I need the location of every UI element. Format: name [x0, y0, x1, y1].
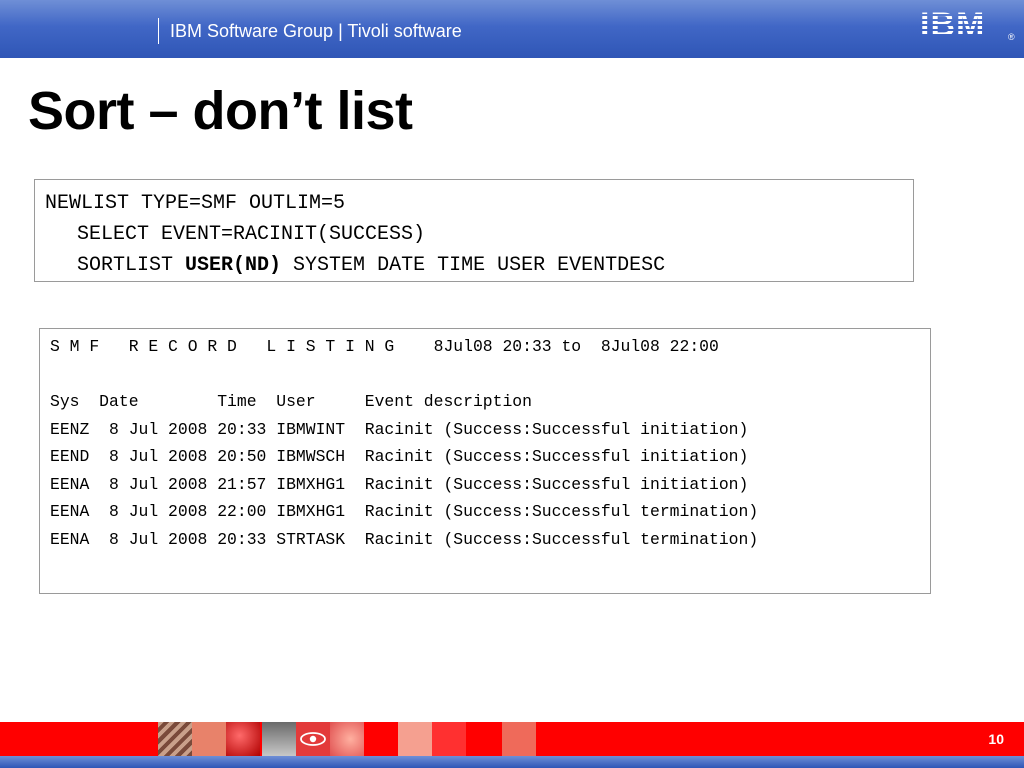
slide-title: Sort – don’t list: [28, 81, 413, 141]
header-separator: [158, 18, 159, 44]
registered-mark: ®: [1008, 32, 1015, 42]
listing-heading: S M F R E C O R D L I S T I N G 8Jul08 2…: [50, 337, 719, 356]
footer-stripe: [0, 756, 1024, 768]
command-sort-key: USER(ND): [185, 254, 282, 277]
command-box: NEWLIST TYPE=SMF OUTLIM=5 SELECT EVENT=R…: [34, 179, 914, 282]
footer-image-tile: [158, 722, 192, 756]
eye-icon: [300, 732, 326, 746]
listing-row: EEND 8 Jul 2008 20:50 IBMWSCH Racinit (S…: [50, 447, 749, 466]
ibm-logo: IBM ®: [920, 6, 1018, 44]
command-line-2: SELECT EVENT=RACINIT(SUCCESS): [77, 223, 426, 246]
listing-row: EENA 8 Jul 2008 21:57 IBMXHG1 Racinit (S…: [50, 474, 749, 494]
listing-row: EENZ 8 Jul 2008 20:33 IBMWINT Racinit (S…: [50, 419, 749, 439]
footer-eye-tile: [296, 722, 330, 756]
footer-image-tile: [226, 722, 260, 756]
ibm-logo-text: IBM: [920, 6, 986, 44]
command-line-3: SORTLIST USER(ND) SYSTEM DATE TIME USER …: [45, 250, 913, 281]
listing-column-headers: Sys Date Time User Event description: [50, 392, 532, 411]
footer-image-tile: [502, 722, 536, 756]
command-line-3-prefix: SORTLIST: [77, 254, 186, 277]
listing-row: EENA 8 Jul 2008 20:33 STRTASK Racinit (S…: [50, 529, 759, 549]
footer-image-tile: [330, 722, 364, 756]
header-title: IBM Software Group | Tivoli software: [170, 21, 462, 41]
command-line-1: NEWLIST TYPE=SMF OUTLIM=5: [45, 192, 346, 215]
listing-box: S M F R E C O R D L I S T I N G 8Jul08 2…: [39, 328, 931, 594]
header-bar: IBM Software Group | Tivoli software IBM…: [0, 0, 1024, 58]
footer-image-tile: [432, 722, 466, 756]
listing-row: EENA 8 Jul 2008 22:00 IBMXHG1 Racinit (S…: [50, 502, 759, 521]
footer-bar: 10: [0, 722, 1024, 756]
page-number: 10: [988, 731, 1004, 747]
footer-image-tile: [192, 722, 226, 756]
footer-image-tile: [398, 722, 432, 756]
footer-image-tile: [262, 722, 296, 756]
listing-blank-line: [50, 361, 930, 389]
command-line-3-suffix: SYSTEM DATE TIME USER EVENTDESC: [281, 254, 666, 277]
